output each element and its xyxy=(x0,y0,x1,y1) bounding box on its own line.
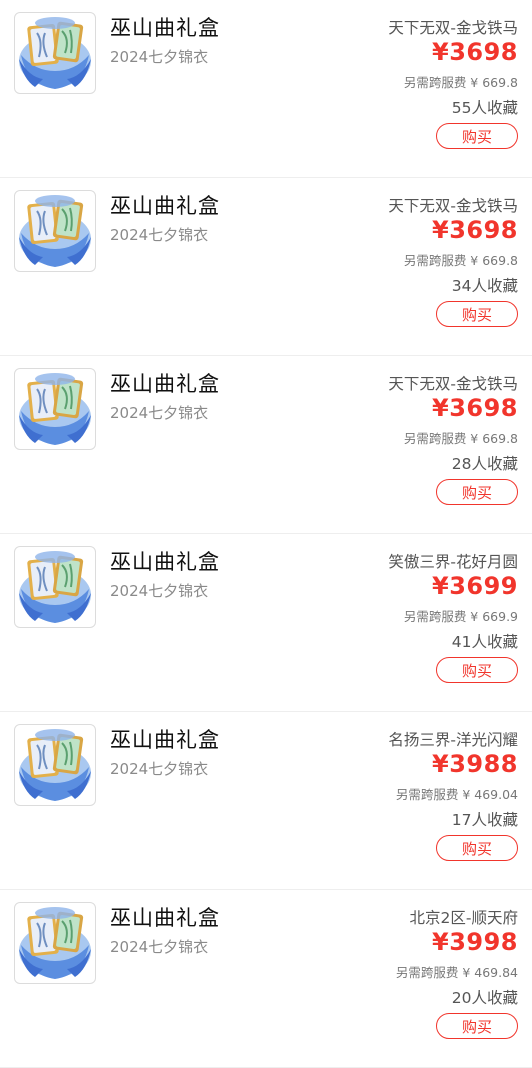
item-cross-server-fee: 另需跨服费 ¥ 669.8 xyxy=(403,253,518,268)
buy-button[interactable]: 购买 xyxy=(436,301,518,327)
item-server: 天下无双-金戈铁马 xyxy=(388,197,518,215)
item-price: ¥3698 xyxy=(432,394,518,422)
list-item[interactable]: 巫山曲礼盒 2024七夕锦衣 笑傲三界-花好月圆 ¥3699 另需跨服费 ¥ 6… xyxy=(0,534,532,712)
gift-box-icon[interactable] xyxy=(14,724,96,806)
item-title: 巫山曲礼盒 xyxy=(110,16,220,40)
gift-box-icon[interactable] xyxy=(14,368,96,450)
item-price: ¥3698 xyxy=(432,216,518,244)
item-server: 天下无双-金戈铁马 xyxy=(388,375,518,393)
item-subtitle: 2024七夕锦衣 xyxy=(110,582,209,600)
gift-box-icon[interactable] xyxy=(14,190,96,272)
item-subtitle: 2024七夕锦衣 xyxy=(110,48,209,66)
item-favorites-count: 41人收藏 xyxy=(451,633,518,651)
item-price: ¥3698 xyxy=(432,38,518,66)
list-item[interactable]: 巫山曲礼盒 2024七夕锦衣 北京2区-顺天府 ¥3998 另需跨服费 ¥ 46… xyxy=(0,890,532,1068)
item-favorites-count: 17人收藏 xyxy=(451,811,518,829)
list-item[interactable]: 巫山曲礼盒 2024七夕锦衣 天下无双-金戈铁马 ¥3698 另需跨服费 ¥ 6… xyxy=(0,178,532,356)
list-item[interactable]: 巫山曲礼盒 2024七夕锦衣 名扬三界-洋光闪耀 ¥3988 另需跨服费 ¥ 4… xyxy=(0,712,532,890)
product-list: 巫山曲礼盒 2024七夕锦衣 天下无双-金戈铁马 ¥3698 另需跨服费 ¥ 6… xyxy=(0,0,532,1068)
item-cross-server-fee: 另需跨服费 ¥ 469.04 xyxy=(395,787,518,802)
item-server: 名扬三界-洋光闪耀 xyxy=(388,731,518,749)
item-price: ¥3699 xyxy=(432,572,518,600)
buy-button[interactable]: 购买 xyxy=(436,657,518,683)
item-server: 笑傲三界-花好月圆 xyxy=(388,553,518,571)
item-cross-server-fee: 另需跨服费 ¥ 469.84 xyxy=(395,965,518,980)
buy-button[interactable]: 购买 xyxy=(436,835,518,861)
item-cross-server-fee: 另需跨服费 ¥ 669.8 xyxy=(403,75,518,90)
list-item[interactable]: 巫山曲礼盒 2024七夕锦衣 天下无双-金戈铁马 ¥3698 另需跨服费 ¥ 6… xyxy=(0,0,532,178)
item-favorites-count: 55人收藏 xyxy=(451,99,518,117)
item-cross-server-fee: 另需跨服费 ¥ 669.9 xyxy=(403,609,518,624)
item-price: ¥3988 xyxy=(432,750,518,778)
item-favorites-count: 28人收藏 xyxy=(451,455,518,473)
item-title: 巫山曲礼盒 xyxy=(110,906,220,930)
list-item[interactable]: 巫山曲礼盒 2024七夕锦衣 天下无双-金戈铁马 ¥3698 另需跨服费 ¥ 6… xyxy=(0,356,532,534)
item-server: 天下无双-金戈铁马 xyxy=(388,19,518,37)
gift-box-icon[interactable] xyxy=(14,902,96,984)
item-cross-server-fee: 另需跨服费 ¥ 669.8 xyxy=(403,431,518,446)
gift-box-icon[interactable] xyxy=(14,546,96,628)
item-price: ¥3998 xyxy=(432,928,518,956)
item-title: 巫山曲礼盒 xyxy=(110,194,220,218)
buy-button[interactable]: 购买 xyxy=(436,1013,518,1039)
item-title: 巫山曲礼盒 xyxy=(110,550,220,574)
item-server: 北京2区-顺天府 xyxy=(409,909,518,927)
item-subtitle: 2024七夕锦衣 xyxy=(110,760,209,778)
gift-box-icon[interactable] xyxy=(14,12,96,94)
item-title: 巫山曲礼盒 xyxy=(110,728,220,752)
buy-button[interactable]: 购买 xyxy=(436,479,518,505)
item-subtitle: 2024七夕锦衣 xyxy=(110,404,209,422)
item-subtitle: 2024七夕锦衣 xyxy=(110,226,209,244)
item-favorites-count: 34人收藏 xyxy=(451,277,518,295)
item-title: 巫山曲礼盒 xyxy=(110,372,220,396)
buy-button[interactable]: 购买 xyxy=(436,123,518,149)
item-favorites-count: 20人收藏 xyxy=(451,989,518,1007)
item-subtitle: 2024七夕锦衣 xyxy=(110,938,209,956)
